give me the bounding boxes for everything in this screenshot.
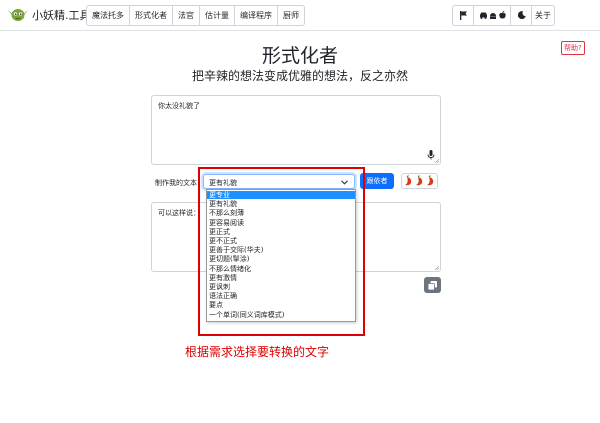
- platform-button[interactable]: [473, 5, 511, 26]
- car-icon: [480, 12, 487, 19]
- resize-handle[interactable]: [434, 265, 439, 270]
- resize-handle[interactable]: [434, 158, 439, 163]
- control-label: 制作我的文本: [155, 179, 197, 187]
- flag-icon: [460, 11, 467, 20]
- tab-magic-todo[interactable]: 魔法托多: [86, 5, 130, 26]
- spice-level-button[interactable]: [401, 173, 438, 189]
- apple-icon: [499, 11, 506, 19]
- brand-name[interactable]: 小妖精.工具: [32, 7, 91, 23]
- page-subtitle: 把辛辣的想法变成优雅的想法，反之亦然: [191, 69, 408, 83]
- tool-tabs: 魔法托多 形式化者 法官 估计量 编译程序 厨师: [86, 5, 305, 26]
- tab-estimator[interactable]: 估计量: [199, 5, 235, 26]
- submit-button[interactable]: 跟依者: [360, 173, 394, 189]
- chili-pepper-icon: [405, 175, 434, 186]
- about-button[interactable]: 关于: [531, 5, 555, 26]
- tab-compiler[interactable]: 编译程序: [234, 5, 278, 26]
- help-button[interactable]: 帮助?: [561, 41, 585, 55]
- input-text: 你太没礼貌了: [158, 102, 200, 110]
- annotation-caption: 根据需求选择要转换的文字: [185, 345, 330, 359]
- moon-icon: [518, 11, 526, 19]
- tab-judge[interactable]: 法官: [172, 5, 200, 26]
- flag-button[interactable]: [452, 5, 474, 26]
- header-tools: 关于: [452, 5, 555, 26]
- copy-icon: [428, 281, 437, 290]
- copy-button[interactable]: [424, 277, 441, 293]
- input-textarea[interactable]: 你太没礼貌了: [151, 95, 441, 165]
- tab-chef[interactable]: 厨师: [277, 5, 305, 26]
- android-icon: [490, 13, 496, 19]
- page-title: 形式化者: [261, 45, 338, 67]
- annotation-highlight-box: [198, 167, 365, 336]
- tab-formalizer[interactable]: 形式化者: [129, 5, 173, 26]
- top-navbar: 小妖精.工具 魔法托多 形式化者 法官 估计量 编译程序 厨师 关于: [0, 0, 600, 31]
- goblin-logo-icon[interactable]: [8, 6, 28, 23]
- theme-toggle-button[interactable]: [510, 5, 532, 26]
- output-text: 可以这样说：: [158, 209, 200, 217]
